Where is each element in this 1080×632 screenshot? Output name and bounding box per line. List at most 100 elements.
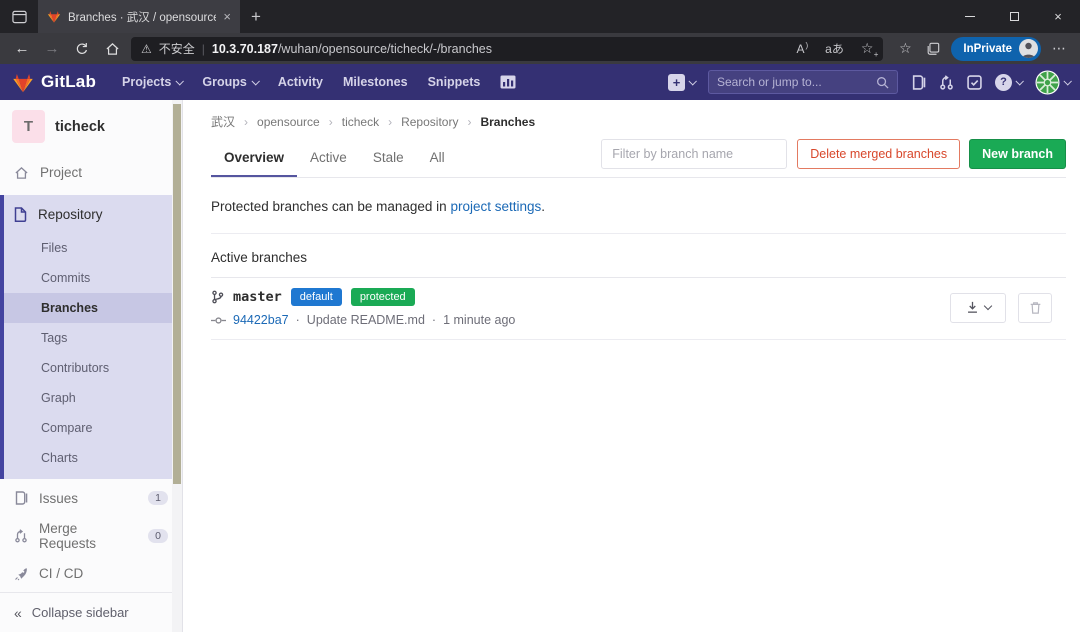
issues-count-badge: 1 [148, 491, 168, 505]
breadcrumb-separator: › [329, 115, 333, 129]
nav-snippets[interactable]: Snippets [418, 64, 491, 100]
sidebar-item-contributors[interactable]: Contributors [4, 353, 182, 383]
collapse-icon: « [14, 605, 22, 621]
tab-close-icon[interactable]: × [223, 9, 231, 24]
download-icon [966, 301, 979, 314]
translate-icon[interactable]: aあ [825, 40, 844, 57]
close-button[interactable]: × [1036, 0, 1080, 33]
protected-branches-notice: Protected branches can be managed in pro… [211, 178, 1066, 234]
breadcrumb-section[interactable]: Repository [401, 115, 458, 129]
project-name: ticheck [55, 119, 105, 135]
tab-stale[interactable]: Stale [360, 137, 417, 177]
sidebar-item-cicd[interactable]: CI / CD [0, 555, 182, 593]
chevron-down-icon [1063, 77, 1071, 85]
chevron-down-icon [688, 77, 696, 85]
breadcrumb-separator: › [388, 115, 392, 129]
help-menu-button[interactable]: ? [995, 74, 1022, 91]
tab-overview[interactable]: Overview [211, 137, 297, 177]
breadcrumb-subgroup[interactable]: opensource [257, 115, 320, 129]
user-menu-button[interactable] [1035, 70, 1070, 95]
minimize-button[interactable] [948, 0, 992, 33]
add-favorite-icon[interactable]: ☆+ [861, 40, 874, 57]
filter-branch-input[interactable] [601, 139, 787, 169]
browser-menu-icon[interactable]: ⋯ [1045, 40, 1073, 57]
branch-name-link[interactable]: master [233, 289, 282, 305]
merge-request-icon [14, 529, 28, 543]
plus-icon: + [668, 74, 685, 91]
issues-nav-icon[interactable] [911, 75, 926, 90]
breadcrumb-project[interactable]: ticheck [342, 115, 379, 129]
home-icon[interactable] [97, 36, 127, 62]
merge-requests-count-badge: 0 [148, 529, 168, 543]
new-tab-button[interactable]: + [240, 0, 272, 33]
maximize-button[interactable] [992, 0, 1036, 33]
search-input[interactable] [717, 75, 870, 89]
nav-projects[interactable]: Projects [112, 64, 192, 100]
delete-merged-branches-button[interactable]: Delete merged branches [797, 139, 960, 169]
merge-requests-nav-icon[interactable] [939, 75, 954, 90]
breadcrumb-separator: › [244, 115, 248, 129]
sidebar-scrollbar[interactable] [172, 100, 182, 632]
inprivate-badge[interactable]: InPrivate [951, 37, 1041, 61]
sidebar-item-charts[interactable]: Charts [4, 443, 182, 473]
global-search[interactable] [708, 70, 898, 94]
security-label[interactable]: 不安全 [159, 40, 195, 57]
address-separator: | [202, 42, 205, 56]
sidebar-item-compare[interactable]: Compare [4, 413, 182, 443]
refresh-icon[interactable] [67, 36, 97, 62]
nav-activity[interactable]: Activity [268, 64, 333, 100]
gitlab-logo[interactable]: GitLab [10, 72, 104, 93]
delete-branch-button [1018, 293, 1052, 323]
project-context[interactable]: T ticheck [0, 100, 182, 154]
gitlab-navbar: GitLab Projects Groups Activity Mileston… [0, 64, 1080, 100]
sidebar-item-files[interactable]: Files [4, 233, 182, 263]
active-branches-header: Active branches [211, 234, 1066, 278]
commit-message-link[interactable]: Update README.md [307, 313, 425, 327]
tab-actions-menu-icon[interactable] [0, 0, 38, 33]
default-badge: default [291, 288, 342, 306]
new-menu-button[interactable]: + [668, 74, 695, 91]
favorites-icon[interactable]: ☆ [891, 40, 919, 57]
sidebar-item-merge-requests[interactable]: Merge Requests 0 [0, 517, 182, 555]
usage-chart-icon[interactable] [490, 64, 526, 100]
user-avatar [1035, 70, 1060, 95]
address-bar[interactable]: ⚠ 不安全 | 10.3.70.187/wuhan/opensource/tic… [131, 37, 883, 61]
gitlab-tanuki-icon [12, 72, 34, 93]
new-branch-button[interactable]: New branch [969, 139, 1066, 169]
browser-titlebar: Branches · 武汉 / opensource / t × + × [0, 0, 1080, 33]
issues-icon [14, 491, 28, 505]
todos-nav-icon[interactable] [967, 75, 982, 90]
sidebar-item-branches[interactable]: Branches [4, 293, 182, 323]
nav-milestones[interactable]: Milestones [333, 64, 418, 100]
breadcrumb: 武汉 › opensource › ticheck › Repository ›… [211, 100, 1066, 136]
sidebar-item-repository[interactable]: Repository [4, 195, 182, 233]
collections-icon[interactable] [919, 42, 947, 56]
branch-row: master default protected 94422ba7 · Upda… [211, 278, 1066, 340]
chevron-down-icon [251, 77, 259, 85]
project-settings-link[interactable]: project settings [450, 199, 541, 214]
breadcrumb-group[interactable]: 武汉 [211, 113, 235, 130]
project-avatar: T [12, 110, 45, 143]
browser-toolbar: ← → ⚠ 不安全 | 10.3.70.187/wuhan/opensource… [0, 33, 1080, 64]
commit-sha-link[interactable]: 94422ba7 [233, 313, 289, 327]
sidebar-item-graph[interactable]: Graph [4, 383, 182, 413]
tab-all[interactable]: All [417, 137, 458, 177]
scrollbar-thumb[interactable] [173, 104, 181, 484]
chevron-down-icon [1015, 77, 1023, 85]
security-warning-icon: ⚠ [141, 42, 152, 56]
sidebar-item-commits[interactable]: Commits [4, 263, 182, 293]
document-icon [14, 207, 27, 222]
sidebar-item-tags[interactable]: Tags [4, 323, 182, 353]
browser-window: Branches · 武汉 / opensource / t × + × ← →… [0, 0, 1080, 632]
sidebar-item-project[interactable]: Project [0, 154, 182, 192]
download-branch-button[interactable] [950, 293, 1006, 323]
read-aloud-icon[interactable]: A) [796, 42, 808, 56]
collapse-sidebar-button[interactable]: « Collapse sidebar [0, 592, 182, 632]
tab-active[interactable]: Active [297, 137, 360, 177]
window-controls: × [948, 0, 1080, 33]
nav-groups[interactable]: Groups [192, 64, 267, 100]
back-icon[interactable]: ← [7, 36, 37, 62]
sidebar-item-issues[interactable]: Issues 1 [0, 479, 182, 517]
browser-tab[interactable]: Branches · 武汉 / opensource / t × [38, 0, 240, 33]
url-text[interactable]: 10.3.70.187/wuhan/opensource/ticheck/-/b… [212, 42, 492, 56]
